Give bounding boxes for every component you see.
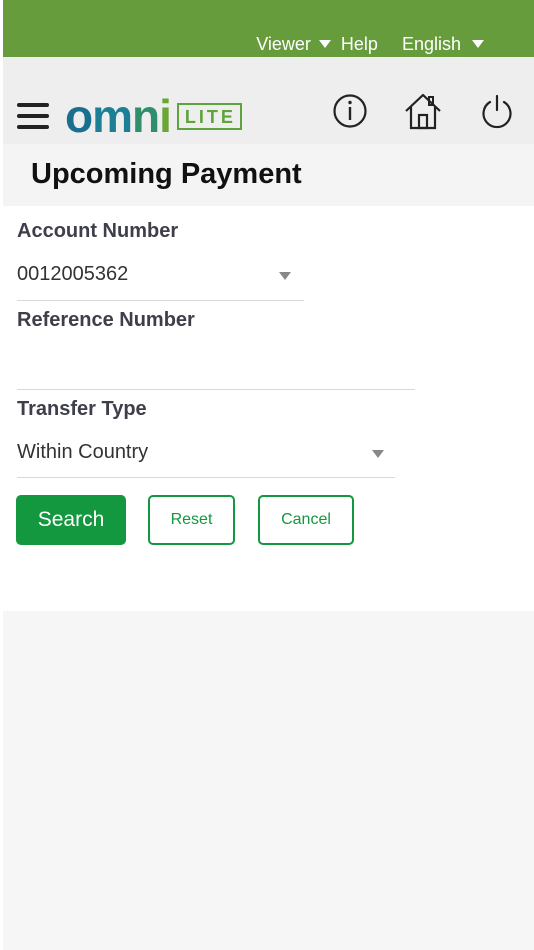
lite-badge: LITE	[176, 102, 242, 130]
home-icon[interactable]	[404, 91, 442, 131]
viewer-label: Viewer	[256, 33, 311, 54]
help-link[interactable]: Help	[341, 34, 378, 55]
reset-button[interactable]: Reset	[148, 495, 235, 545]
menu-icon[interactable]	[17, 101, 49, 131]
transfer-type-select[interactable]: Within Country	[17, 438, 395, 478]
help-label: Help	[340, 33, 378, 54]
chevron-down-icon	[372, 450, 384, 458]
chevron-down-icon	[318, 40, 331, 48]
app-header: omni LITE	[3, 57, 534, 144]
info-icon[interactable]	[332, 93, 368, 129]
search-form: Account Number 0012005362 Reference Numb…	[3, 206, 534, 611]
power-icon[interactable]	[479, 93, 515, 129]
reference-number-label: Reference Number	[17, 309, 195, 331]
top-bar: Viewer Help English	[3, 0, 534, 57]
omni-lite-logo: omni LITE	[65, 93, 242, 139]
top-bar-menu: Viewer Help English	[256, 30, 534, 58]
chevron-down-icon	[279, 272, 291, 280]
language-dropdown[interactable]: English	[402, 34, 484, 55]
chevron-down-icon	[472, 40, 484, 48]
viewer-dropdown[interactable]: Viewer	[256, 34, 331, 55]
search-button[interactable]: Search	[16, 495, 126, 545]
page-title: Upcoming Payment	[31, 158, 302, 190]
account-number-label: Account Number	[17, 220, 179, 242]
cancel-button[interactable]: Cancel	[258, 495, 354, 545]
page-title-bar: Upcoming Payment	[3, 144, 534, 206]
account-number-select[interactable]: 0012005362	[17, 260, 304, 301]
account-number-value: 0012005362	[17, 263, 129, 285]
transfer-type-value: Within Country	[17, 441, 149, 463]
transfer-type-label: Transfer Type	[17, 398, 147, 420]
language-label: English	[401, 33, 461, 54]
logo-wordmark: omni	[65, 90, 172, 142]
reference-number-input[interactable]	[17, 349, 415, 390]
